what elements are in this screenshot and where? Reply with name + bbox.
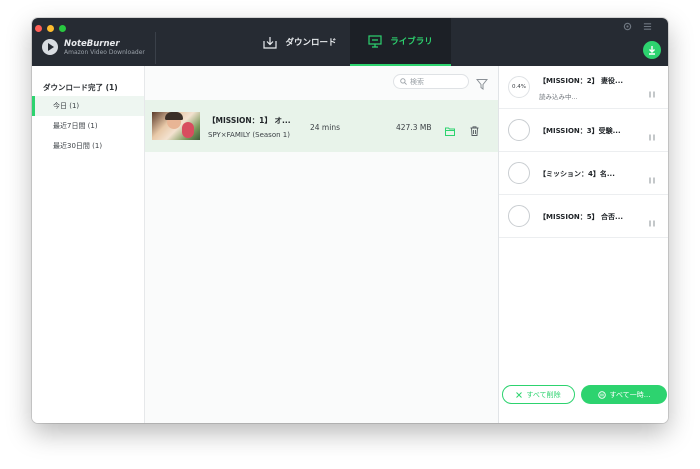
video-size: 427.3 MB — [396, 123, 432, 132]
progress-ring — [508, 119, 530, 141]
queue-item[interactable]: 【MISSION：5】 合否... — [499, 195, 668, 238]
download-arrow-icon — [647, 45, 657, 55]
pause-all-button[interactable]: すべて一時... — [581, 385, 667, 404]
tab-library[interactable]: ライブラリ — [350, 18, 451, 66]
settings-gear-icon[interactable] — [623, 22, 632, 34]
queue-item-title: 【ミッション：4】名... — [539, 170, 615, 178]
download-tray-icon — [263, 36, 278, 49]
queue-item[interactable]: 【ミッション：4】名... — [499, 152, 668, 195]
monitor-icon — [368, 34, 382, 48]
sidebar-item-last-30-days[interactable]: 最近30日間 (1) — [32, 136, 144, 156]
sidebar-heading: ダウンロード完了 (1) — [43, 83, 118, 92]
pause-icon[interactable] — [649, 83, 655, 102]
library-row[interactable]: 【MISSION：1】 オ... SPY×FAMILY (Season 1) 2… — [145, 100, 498, 152]
progress-ring — [508, 205, 530, 227]
open-folder-icon[interactable] — [445, 121, 455, 140]
tab-download-label: ダウンロード — [285, 38, 337, 48]
queue-item-title: 【MISSION：5】 合否... — [539, 213, 624, 221]
delete-all-label: すべて削除 — [526, 390, 561, 399]
video-duration: 24 mins — [310, 123, 340, 132]
progress-percent: 0.4% — [512, 84, 526, 90]
pause-icon[interactable] — [649, 169, 655, 188]
queue-item-status: 読み込み中... — [539, 93, 578, 101]
video-thumbnail — [152, 112, 200, 140]
app-logo-subtitle: Amazon Video Downloader — [64, 49, 145, 56]
sidebar-item-last-7-days[interactable]: 最近7日間 (1) — [32, 116, 144, 136]
menu-icon[interactable] — [643, 22, 652, 34]
queue-item[interactable]: 0.4% 【MISSION：2】 妻役... 読み込み中... — [499, 66, 668, 109]
close-x-icon — [516, 391, 523, 398]
app-logo-name: NoteBurner — [64, 39, 120, 49]
search-box[interactable] — [393, 74, 469, 89]
progress-ring — [508, 162, 530, 184]
pause-circle-icon — [597, 390, 606, 399]
video-title: 【MISSION：1】 オ... — [208, 116, 291, 125]
search-icon — [400, 78, 407, 85]
app-window: NoteBurner Amazon Video Downloader ダウンロー… — [32, 18, 668, 423]
queue-item-title: 【MISSION：3】受験... — [539, 127, 621, 135]
filter-icon[interactable] — [475, 75, 489, 94]
download-arrow-button[interactable] — [643, 41, 661, 59]
delete-all-button[interactable]: すべて削除 — [502, 385, 575, 404]
tab-download[interactable]: ダウンロード — [250, 18, 350, 66]
queue-item-title: 【MISSION：2】 妻役... — [539, 77, 624, 85]
pause-icon[interactable] — [649, 212, 655, 231]
search-input[interactable] — [407, 77, 462, 86]
pause-all-label: すべて一時... — [609, 390, 651, 399]
title-bar: NoteBurner Amazon Video Downloader ダウンロー… — [32, 18, 668, 66]
library-panel: 【MISSION：1】 オ... SPY×FAMILY (Season 1) 2… — [145, 66, 498, 423]
zoom-window-button[interactable] — [59, 25, 66, 32]
close-window-button[interactable] — [35, 25, 42, 32]
title-bar-divider — [155, 32, 156, 64]
app-logo-icon — [42, 39, 58, 55]
minimize-window-button[interactable] — [47, 25, 54, 32]
sidebar: ダウンロード完了 (1) 今日 (1) 最近7日間 (1) 最近30日間 (1) — [32, 66, 145, 423]
download-queue-panel: 0.4% 【MISSION：2】 妻役... 読み込み中... 【MISSION… — [498, 66, 668, 423]
progress-ring: 0.4% — [508, 76, 530, 98]
tab-library-label: ライブラリ — [390, 37, 433, 47]
queue-item[interactable]: 【MISSION：3】受験... — [499, 109, 668, 152]
delete-trash-icon[interactable] — [470, 121, 479, 140]
pause-icon[interactable] — [649, 126, 655, 145]
sidebar-item-today[interactable]: 今日 (1) — [32, 96, 144, 116]
video-series: SPY×FAMILY (Season 1) — [208, 131, 290, 139]
